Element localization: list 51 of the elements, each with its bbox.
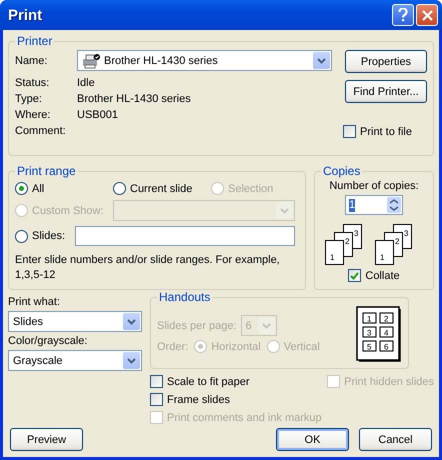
close-icon [422, 10, 432, 20]
field-label: Type: [15, 93, 43, 105]
checkbox[interactable]: Print to file [343, 125, 412, 138]
field-label: Order: [157, 340, 188, 352]
slides-field[interactable] [75, 226, 295, 246]
copies-value: 1 [349, 198, 356, 212]
radio-button[interactable]: All [15, 182, 113, 195]
window-title: Print [8, 6, 44, 24]
close-button[interactable] [416, 4, 438, 26]
dialog-button[interactable]: Cancel [359, 428, 432, 451]
radio-button[interactable]: Current slide [113, 182, 211, 195]
dialog-button[interactable]: Find Printer... [345, 80, 427, 103]
caret-icon [127, 358, 136, 364]
field-label: Color/grayscale: [8, 335, 88, 347]
checkbox[interactable]: Frame slides [150, 393, 230, 406]
hint-text: Enter slide numbers and/or slide ranges. For example, 1,3,5-12 [15, 253, 281, 283]
field-label: Name: [15, 54, 48, 66]
color-dropdown[interactable]: Grayscale [8, 350, 142, 371]
field-label: Number of copies: [329, 180, 419, 192]
field-value: USB001 [77, 109, 118, 121]
print-what-dropdown[interactable]: Slides [8, 311, 142, 332]
field-label: Status: [15, 77, 50, 89]
printer-dropdown[interactable]: Brother HL-1430 series [77, 50, 332, 71]
spin-arrows-icon [387, 197, 401, 213]
field-value: Idle [77, 77, 95, 89]
help-button[interactable] [392, 4, 414, 26]
caret-icon [317, 58, 326, 64]
handout-layout-drawing: 1 2 3 4 5 6 [356, 306, 402, 362]
caret-icon [280, 208, 289, 214]
field-label: Print what: [8, 296, 61, 308]
field-label: Slides per page: [157, 320, 236, 332]
help-icon [398, 8, 408, 22]
dialog-button[interactable]: OK [276, 428, 349, 451]
field-value: Brother HL-1430 series [77, 93, 191, 105]
field-label: Where: [15, 109, 52, 121]
checkbox[interactable]: Collate [348, 269, 400, 282]
caret-icon [127, 318, 136, 324]
check-icon [350, 272, 360, 280]
radio-button[interactable]: Slides: [15, 230, 75, 242]
checkbox[interactable]: Scale to fit paper [150, 375, 250, 388]
copies-spinner[interactable]: 1 [345, 195, 403, 215]
field-label: Comment: [15, 125, 67, 137]
caret-icon [262, 322, 270, 328]
dialog-button[interactable]: Properties [345, 50, 427, 73]
group-title: Handouts [158, 290, 212, 304]
group-title: Copies [322, 164, 362, 178]
printer-icon [82, 52, 100, 68]
group-title: Printer [16, 34, 54, 48]
collate-drawing: 3 2 1 3 2 1 [324, 218, 424, 266]
dialog-button[interactable]: Preview [10, 428, 83, 451]
group-title: Print range [16, 164, 77, 178]
